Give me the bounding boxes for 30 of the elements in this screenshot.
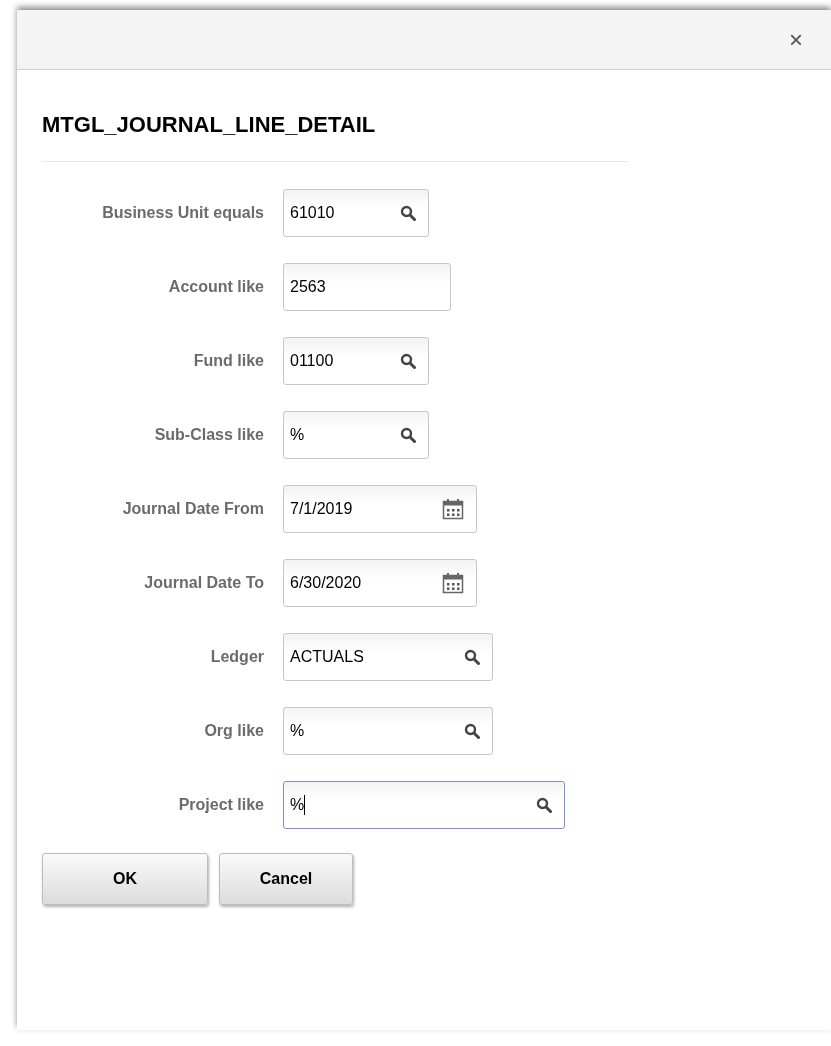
input-field[interactable]: % xyxy=(283,411,429,459)
search-icon[interactable] xyxy=(536,797,552,813)
search-icon[interactable] xyxy=(400,205,416,221)
input-field[interactable]: % xyxy=(283,707,493,755)
close-button[interactable]: × xyxy=(789,27,803,52)
field-label: Sub-Class like xyxy=(154,425,264,445)
input-field[interactable]: 01100 xyxy=(283,337,429,385)
input-field[interactable]: 2563 xyxy=(283,263,451,311)
field-label: Account like xyxy=(168,277,264,297)
field-label: Business Unit equals xyxy=(102,203,264,223)
search-icon[interactable] xyxy=(400,353,416,369)
field-label: Journal Date To xyxy=(144,573,264,593)
search-icon[interactable] xyxy=(400,427,416,443)
input-field[interactable]: 7/1/2019 xyxy=(283,485,477,533)
input-field[interactable]: 6/30/2020 xyxy=(283,559,477,607)
field-label: Journal Date From xyxy=(122,499,264,519)
calendar-icon[interactable] xyxy=(442,572,464,594)
field-label: Project like xyxy=(178,795,264,815)
dialog-title: MTGL_JOURNAL_LINE_DETAIL xyxy=(42,111,376,139)
field-label: Ledger xyxy=(210,647,264,667)
calendar-icon[interactable] xyxy=(442,498,464,520)
search-icon[interactable] xyxy=(464,649,480,665)
input-field[interactable]: ACTUALS xyxy=(283,633,493,681)
field-label: Fund like xyxy=(193,351,264,371)
field-label: Org like xyxy=(204,721,264,741)
search-icon[interactable] xyxy=(464,723,480,739)
dialog-button[interactable]: Cancel xyxy=(219,853,353,905)
input-field[interactable]: % xyxy=(283,781,565,829)
dialog-button[interactable]: OK xyxy=(42,853,208,905)
input-field[interactable]: 61010 xyxy=(283,189,429,237)
